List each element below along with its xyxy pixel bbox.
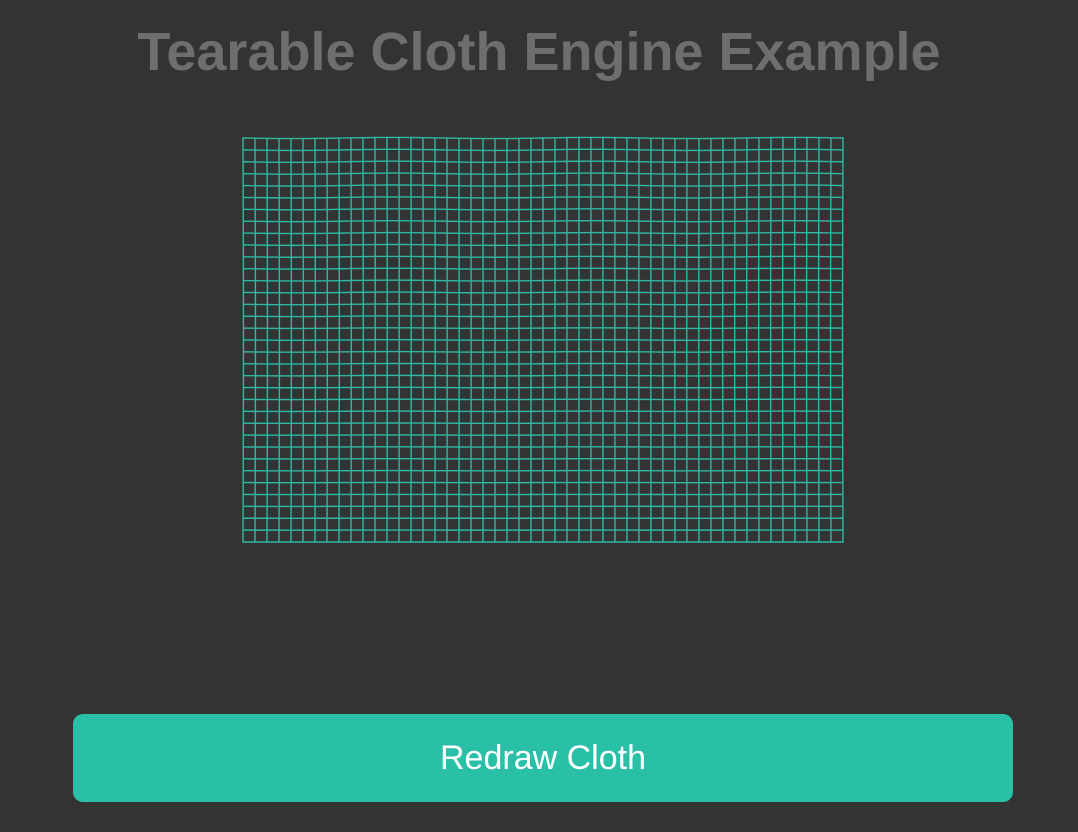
cloth-canvas[interactable] [236,130,850,550]
page: Tearable Cloth Engine Example Redraw Clo… [0,0,1078,832]
cloth-mesh[interactable] [242,136,844,543]
redraw-cloth-button[interactable]: Redraw Cloth [73,714,1013,802]
page-title: Tearable Cloth Engine Example [137,22,941,82]
